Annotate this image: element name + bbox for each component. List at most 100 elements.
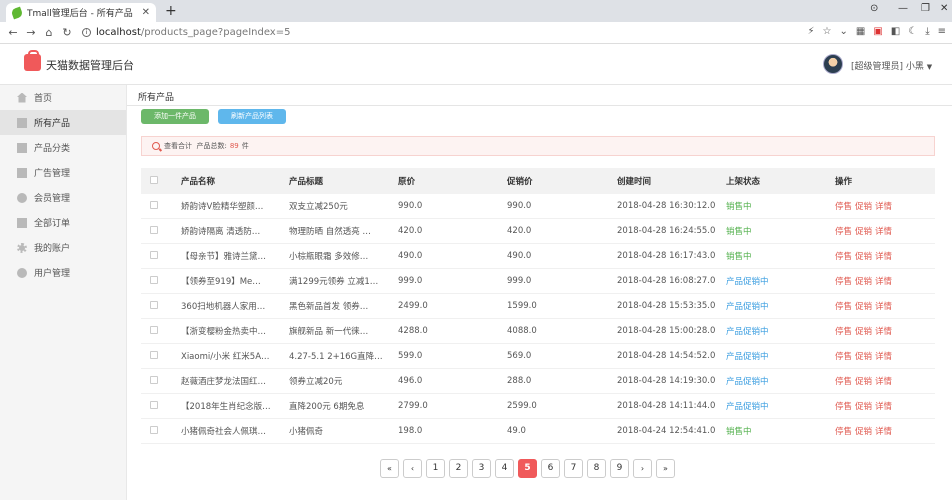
details-link[interactable]: 详情: [875, 302, 892, 312]
last-page-button[interactable]: »: [656, 459, 675, 478]
header-created[interactable]: 创建时间: [617, 175, 726, 187]
sidebar-item-ads[interactable]: 广告管理: [0, 160, 126, 185]
details-link[interactable]: 详情: [875, 377, 892, 387]
download-icon[interactable]: ⤓: [925, 26, 929, 37]
row-checkbox[interactable]: [150, 225, 158, 234]
first-page-button[interactable]: «: [380, 459, 399, 478]
restore-icon[interactable]: ❐: [921, 3, 930, 14]
night-mode-icon[interactable]: ☾: [908, 26, 917, 37]
stop-sale-link[interactable]: 停售: [835, 327, 852, 337]
sidebar-item-members[interactable]: 会员管理: [0, 185, 126, 210]
sidebar-item-all-products[interactable]: 所有产品: [0, 110, 126, 135]
promote-link[interactable]: 促销: [855, 427, 872, 437]
sidebar-item-categories[interactable]: 产品分类: [0, 135, 126, 160]
back-icon[interactable]: ←: [4, 26, 22, 39]
promote-link[interactable]: 促销: [855, 377, 872, 387]
page-button[interactable]: 8: [587, 459, 606, 478]
sidebar-item-home[interactable]: 首页: [0, 85, 126, 110]
created-time: 2018-04-28 16:08:27.0: [617, 276, 716, 286]
details-link[interactable]: 详情: [875, 227, 892, 237]
sidebar-item-orders[interactable]: 全部订单: [0, 210, 126, 235]
page-button[interactable]: 4: [495, 459, 514, 478]
menu-icon[interactable]: ≡: [938, 26, 946, 37]
status-badge: 销售中: [726, 427, 752, 437]
header-price[interactable]: 原价: [398, 175, 507, 187]
browser-extension-icon[interactable]: ⊙: [870, 3, 878, 14]
add-product-button[interactable]: 添加一件产品: [141, 109, 209, 124]
close-window-icon[interactable]: ✕: [940, 3, 948, 14]
url-field[interactable]: i localhost/products_page?pageIndex=5: [82, 27, 290, 38]
details-link[interactable]: 详情: [875, 352, 892, 362]
stop-sale-link[interactable]: 停售: [835, 277, 852, 287]
tab-close-icon[interactable]: ✕: [142, 7, 150, 18]
page-button[interactable]: 1: [426, 459, 445, 478]
current-page-button[interactable]: 5: [518, 459, 537, 478]
promote-link[interactable]: 促销: [855, 327, 872, 337]
refresh-list-button[interactable]: 刷新产品列表: [218, 109, 286, 124]
header-name[interactable]: 产品名称: [181, 175, 289, 187]
promote-link[interactable]: 促销: [855, 302, 872, 312]
apps-icon[interactable]: ▦: [856, 26, 865, 37]
row-checkbox[interactable]: [150, 250, 158, 259]
stop-sale-link[interactable]: 停售: [835, 227, 852, 237]
row-checkbox[interactable]: [150, 275, 158, 284]
table-row: Xiaomi/小米 红米5A… 4.27-5.1 2+16G直降… 599.0 569…: [141, 344, 935, 369]
page-button[interactable]: 9: [610, 459, 629, 478]
home-nav-icon[interactable]: ⌂: [40, 26, 58, 39]
row-checkbox[interactable]: [150, 200, 158, 209]
new-tab-button[interactable]: +: [165, 3, 177, 19]
pagination: « ‹ 1 2 3 4 5 6 7 8 9 › »: [380, 459, 675, 478]
row-checkbox[interactable]: [150, 350, 158, 359]
details-link[interactable]: 详情: [875, 327, 892, 337]
details-link[interactable]: 详情: [875, 402, 892, 412]
info-icon[interactable]: i: [82, 28, 91, 37]
flash-icon[interactable]: ⚡: [807, 26, 814, 37]
divider: [127, 105, 952, 106]
page-button[interactable]: 6: [541, 459, 560, 478]
user-menu[interactable]: [超级管理员] 小黑 ▼: [851, 59, 932, 72]
reload-icon[interactable]: ↻: [58, 26, 76, 39]
details-link[interactable]: 详情: [875, 252, 892, 262]
header-status[interactable]: 上架状态: [726, 175, 835, 187]
details-link[interactable]: 详情: [875, 277, 892, 287]
promote-link[interactable]: 促销: [855, 402, 872, 412]
avatar[interactable]: [823, 54, 843, 74]
promote-link[interactable]: 促销: [855, 202, 872, 212]
table-row: 360扫地机器人家用… 黑色新品首发 领券… 2499.0 1599.0 2018-04…: [141, 294, 935, 319]
row-checkbox[interactable]: [150, 425, 158, 434]
row-checkbox[interactable]: [150, 325, 158, 334]
details-link[interactable]: 详情: [875, 202, 892, 212]
browser-tab[interactable]: Tmall管理后台 - 所有产品 ✕: [6, 3, 156, 22]
next-page-button[interactable]: ›: [633, 459, 652, 478]
bookmark-star-icon[interactable]: ☆: [823, 26, 832, 37]
row-checkbox[interactable]: [150, 400, 158, 409]
promote-link[interactable]: 促销: [855, 352, 872, 362]
sidebar-item-users[interactable]: 用户管理: [0, 260, 126, 285]
stop-sale-link[interactable]: 停售: [835, 202, 852, 212]
sidebar-item-account[interactable]: 我的账户: [0, 235, 126, 260]
minimize-icon[interactable]: —: [898, 3, 908, 14]
page-button[interactable]: 2: [449, 459, 468, 478]
prev-page-button[interactable]: ‹: [403, 459, 422, 478]
header-title[interactable]: 产品标题: [289, 175, 398, 187]
row-checkbox[interactable]: [150, 300, 158, 309]
extension-icon[interactable]: ◧: [891, 26, 900, 37]
stop-sale-link[interactable]: 停售: [835, 352, 852, 362]
header-sale-price[interactable]: 促销价: [507, 175, 617, 187]
pdf-extension-icon[interactable]: ▣: [873, 26, 882, 37]
promote-link[interactable]: 促销: [855, 227, 872, 237]
stop-sale-link[interactable]: 停售: [835, 427, 852, 437]
stop-sale-link[interactable]: 停售: [835, 252, 852, 262]
promote-link[interactable]: 促销: [855, 277, 872, 287]
stop-sale-link[interactable]: 停售: [835, 302, 852, 312]
dropdown-icon[interactable]: ⌄: [839, 26, 847, 37]
stop-sale-link[interactable]: 停售: [835, 402, 852, 412]
details-link[interactable]: 详情: [875, 427, 892, 437]
page-button[interactable]: 3: [472, 459, 491, 478]
forward-icon[interactable]: →: [22, 26, 40, 39]
page-button[interactable]: 7: [564, 459, 583, 478]
promote-link[interactable]: 促销: [855, 252, 872, 262]
select-all-checkbox[interactable]: [150, 175, 158, 184]
stop-sale-link[interactable]: 停售: [835, 377, 852, 387]
row-checkbox[interactable]: [150, 375, 158, 384]
